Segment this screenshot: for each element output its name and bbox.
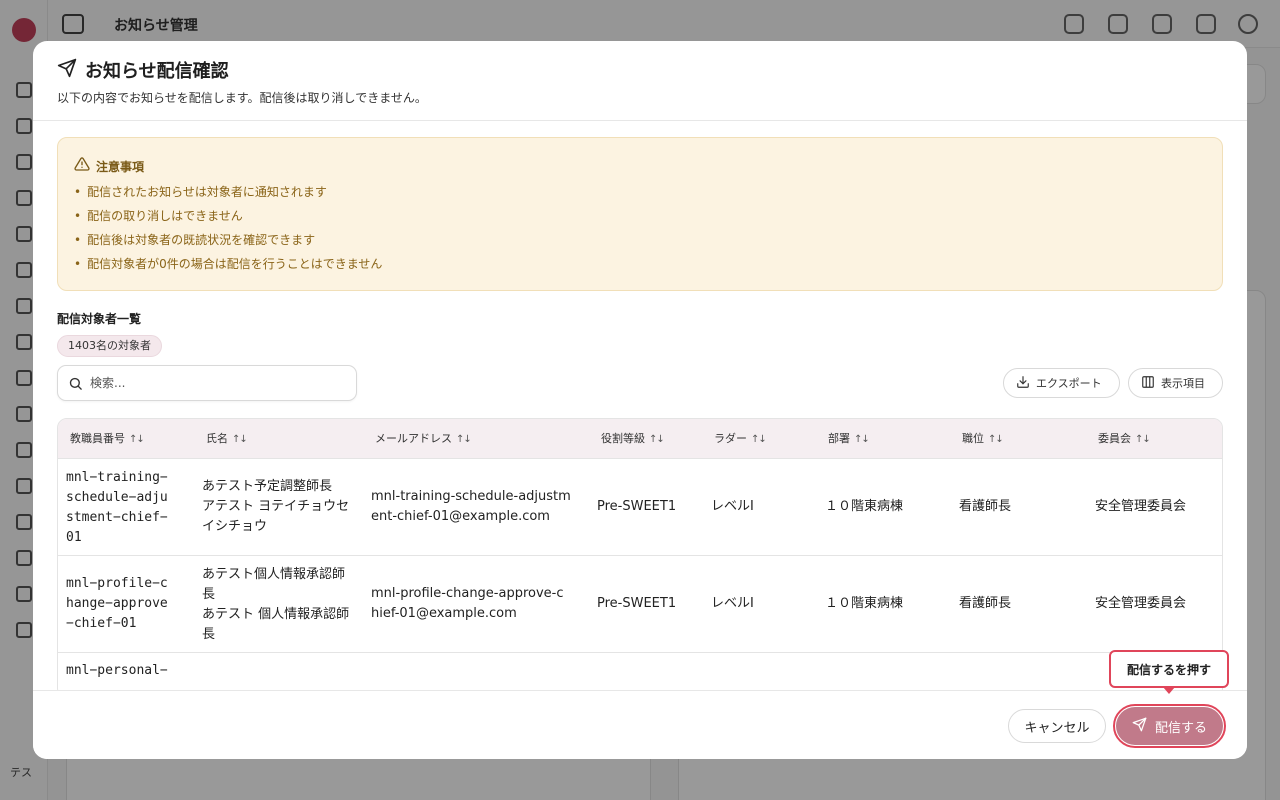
sort-icon: ↑↓ (1135, 434, 1151, 445)
notice-item: 配信対象者が0件の場合は配信を行うことはできません (74, 256, 382, 280)
notice-box: 注意事項 配信されたお知らせは対象者に通知されます 配信の取り消しはできません … (57, 137, 1223, 291)
staff-id-cell: mnl−personal− (66, 663, 168, 678)
recipient-count-badge: 1403名の対象者 (57, 335, 162, 357)
department-cell: １０階東病棟 (825, 499, 904, 514)
column-header-grade[interactable]: 役割等級 ↑↓ (601, 419, 665, 459)
columns-label: 表示項目 (1161, 377, 1205, 390)
position-cell: 看護師長 (959, 596, 1012, 611)
notice-item: 配信されたお知らせは対象者に通知されます (74, 184, 382, 208)
recipients-title: 配信対象者一覧 (57, 312, 142, 326)
search-input[interactable] (90, 366, 350, 400)
search-icon (68, 376, 83, 395)
column-header-name[interactable]: 氏名 ↑↓ (206, 419, 248, 459)
ladder-cell: レベルI (711, 499, 754, 514)
grade-cell: Pre-SWEET1 (597, 499, 677, 514)
columns-icon (1141, 375, 1155, 392)
position-cell: 看護師長 (959, 499, 1012, 514)
tooltip-arrow (1163, 687, 1175, 694)
sort-icon: ↑↓ (456, 434, 472, 445)
table-row: mnl−profile−c hange−approve −chief−01 あテ… (58, 556, 1222, 653)
sort-icon: ↑↓ (649, 434, 665, 445)
send-label: 配信する (1154, 720, 1207, 736)
export-button[interactable]: エクスポート (1003, 368, 1120, 398)
warning-icon (74, 156, 90, 176)
notice-item: 配信の取り消しはできません (74, 208, 382, 232)
notice-list: 配信されたお知らせは対象者に通知されます 配信の取り消しはできません 配信後は対… (74, 184, 382, 280)
sort-icon: ↑↓ (751, 434, 767, 445)
ladder-cell: レベルI (711, 596, 754, 611)
email-cell: mnl-profile-change-approve-c hief-01@exa… (371, 586, 564, 621)
grade-cell: Pre-SWEET1 (597, 596, 677, 611)
sort-icon: ↑↓ (854, 434, 870, 445)
column-header-ladder[interactable]: ラダー ↑↓ (714, 419, 767, 459)
cancel-button[interactable]: キャンセル (1008, 709, 1106, 743)
column-header-position[interactable]: 職位 ↑↓ (962, 419, 1004, 459)
name-cell: あテスト個人情報承認師 長 あテスト 個人情報承認師 長 (202, 567, 350, 642)
download-icon (1016, 375, 1030, 392)
instruction-tooltip: 配信するを押す (1109, 650, 1229, 688)
committee-cell: 安全管理委員会 (1095, 499, 1187, 514)
notice-item: 配信後は対象者の既読状況を確認できます (74, 232, 382, 256)
confirm-dialog: お知らせ配信確認 以下の内容でお知らせを配信します。配信後は取り消しできません。… (33, 41, 1247, 759)
staff-id-cell: mnl−profile−c hange−approve −chief−01 (66, 576, 168, 631)
table-header: 教職員番号 ↑↓ 氏名 ↑↓ メールアドレス ↑↓ 役割等級 ↑↓ ラダー ↑↓ 部署 ↑↓… (58, 419, 1222, 459)
name-cell: あテスト予定調整師長 アテスト ヨテイチョウセ イシチョウ (202, 479, 350, 534)
dialog-body: 注意事項 配信されたお知らせは対象者に通知されます 配信の取り消しはできません … (33, 122, 1247, 690)
columns-button[interactable]: 表示項目 (1128, 368, 1223, 398)
dialog-title: お知らせ配信確認 (85, 61, 229, 82)
email-cell: mnl-training-schedule-adjustm ent-chief-… (371, 489, 571, 524)
export-label: エクスポート (1036, 377, 1102, 390)
table-row: mnl−personal− (58, 653, 1222, 690)
department-cell: １０階東病棟 (825, 596, 904, 611)
committee-cell: 安全管理委員会 (1095, 596, 1187, 611)
sort-icon: ↑↓ (129, 434, 145, 445)
search-box (57, 365, 357, 401)
notice-title: 注意事項 (96, 159, 145, 174)
sort-icon: ↑↓ (988, 434, 1004, 445)
column-header-email[interactable]: メールアドレス ↑↓ (375, 419, 472, 459)
column-header-staff-id[interactable]: 教職員番号 ↑↓ (70, 419, 145, 459)
column-header-department[interactable]: 部署 ↑↓ (828, 419, 870, 459)
sort-icon: ↑↓ (232, 434, 248, 445)
dialog-header: お知らせ配信確認 以下の内容でお知らせを配信します。配信後は取り消しできません。 (33, 41, 1247, 121)
table-row: mnl−training− schedule−adju stment−chief… (58, 459, 1222, 556)
staff-id-cell: mnl−training− schedule−adju stment−chief… (66, 470, 168, 545)
recipients-table: 教職員番号 ↑↓ 氏名 ↑↓ メールアドレス ↑↓ 役割等級 ↑↓ ラダー ↑↓ 部署 ↑↓… (57, 418, 1223, 690)
send-icon (57, 58, 77, 82)
send-icon (1132, 717, 1147, 736)
send-button[interactable]: 配信する (1116, 707, 1223, 745)
dialog-description: 以下の内容でお知らせを配信します。配信後は取り消しできません。 (57, 91, 427, 105)
dialog-footer: キャンセル 配信する (33, 690, 1247, 759)
column-header-committee[interactable]: 委員会 ↑↓ (1098, 419, 1151, 459)
